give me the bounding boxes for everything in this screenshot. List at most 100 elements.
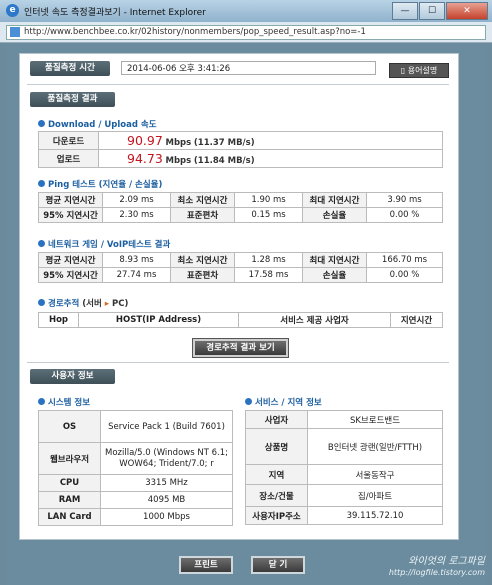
ping-min-label: 최소 지연시간 bbox=[170, 192, 235, 208]
cpu-value: 3315 MHz bbox=[100, 474, 233, 492]
system-row-lan: LAN Card 1000 Mbps bbox=[38, 508, 233, 526]
region-label: 지역 bbox=[245, 464, 308, 485]
game-section-title: 네트워크 게임 / VoIP테스트 결과 bbox=[38, 238, 170, 250]
ram-value: 4095 MB bbox=[100, 491, 233, 509]
user-info-tag: 사용자 정보 bbox=[30, 369, 115, 384]
game-max-value: 166.70 ms bbox=[366, 252, 443, 268]
service-row-place: 장소/건물 집/아파트 bbox=[245, 484, 443, 507]
url-text: http://www.benchbee.co.kr/02history/nonm… bbox=[24, 27, 366, 37]
bullet-icon bbox=[38, 120, 45, 127]
maximize-button[interactable]: ☐ bbox=[419, 2, 445, 20]
watermark-title: 와이엇의 로그파일 bbox=[408, 556, 485, 567]
ping-row-1: 평균 지연시간 2.09 ms 최소 지연시간 1.90 ms 최대 지연시간 … bbox=[38, 192, 443, 208]
bullet-icon bbox=[38, 398, 45, 405]
service-row-ip: 사용자IP주소 39.115.72.10 bbox=[245, 506, 443, 525]
internet-explorer-icon: e bbox=[6, 4, 19, 17]
service-row-region: 지역 서울동작구 bbox=[245, 464, 443, 485]
minimize-button[interactable]: — bbox=[392, 2, 418, 20]
service-table: 사업자 SK브로드밴드 상품명 B인터넷 광랜(일반/FTTH) 지역 서울동작… bbox=[245, 410, 443, 525]
upload-value: 94.73 bbox=[127, 151, 163, 166]
product-label: 상품명 bbox=[245, 428, 308, 465]
service-section-title: 서비스 / 지역 정보 bbox=[245, 396, 322, 408]
download-value-cell: 90.97 Mbps (11.37 MB/s) bbox=[98, 131, 443, 150]
region-value: 서울동작구 bbox=[307, 464, 443, 485]
game-table: 평균 지연시간 8.93 ms 최소 지연시간 1.28 ms 최대 지연시간 … bbox=[38, 252, 443, 283]
bullet-icon bbox=[38, 299, 45, 306]
browser-value: Mozilla/5.0 (Windows NT 6.1; WOW64; Trid… bbox=[100, 442, 233, 475]
address-bar: http://www.benchbee.co.kr/02history/nonm… bbox=[0, 22, 492, 43]
system-row-cpu: CPU 3315 MHz bbox=[38, 474, 233, 492]
speed-table: 다운로드 90.97 Mbps (11.37 MB/s) 업로드 94.73 M… bbox=[38, 131, 443, 168]
window-controls: — ☐ ✕ bbox=[391, 2, 488, 20]
game-min-label: 최소 지연시간 bbox=[170, 252, 235, 268]
glossary-button[interactable]: ▯ 용어설명 bbox=[389, 63, 449, 78]
print-button[interactable]: 프린트 bbox=[179, 556, 233, 574]
os-value: Service Pack 1 (Build 7601) bbox=[100, 410, 233, 443]
ping-95-value: 2.30 ms bbox=[102, 207, 171, 223]
game-95-value: 27.74 ms bbox=[102, 267, 171, 283]
download-row: 다운로드 90.97 Mbps (11.37 MB/s) bbox=[38, 131, 443, 150]
ping-table: 평균 지연시간 2.09 ms 최소 지연시간 1.90 ms 최대 지연시간 … bbox=[38, 192, 443, 223]
system-row-ram: RAM 4095 MB bbox=[38, 491, 233, 509]
ram-label: RAM bbox=[38, 491, 101, 509]
upload-label: 업로드 bbox=[38, 149, 99, 168]
upload-mbs: (11.84 MB/s) bbox=[193, 156, 255, 166]
game-avg-label: 평균 지연시간 bbox=[38, 252, 103, 268]
upload-unit: Mbps bbox=[165, 156, 192, 166]
ping-row-2: 95% 지연시간 2.30 ms 표준편차 0.15 ms 손실율 0.00 % bbox=[38, 207, 443, 223]
product-value: B인터넷 광랜(일반/FTTH) bbox=[307, 428, 443, 465]
ping-max-value: 3.90 ms bbox=[366, 192, 443, 208]
game-avg-value: 8.93 ms bbox=[102, 252, 171, 268]
ping-max-label: 최대 지연시간 bbox=[302, 192, 367, 208]
ip-value: 39.115.72.10 bbox=[307, 506, 443, 525]
os-label: OS bbox=[38, 410, 101, 443]
measure-time-field: 2014-06-06 오후 3:41:26 bbox=[121, 61, 376, 75]
title-bar: e 인터넷 속도 측정결과보기 - Internet Explorer — ☐ … bbox=[0, 0, 492, 23]
game-row-1: 평균 지연시간 8.93 ms 최소 지연시간 1.28 ms 최대 지연시간 … bbox=[38, 252, 443, 268]
route-section-title: 경로추적 (서버 ▸ PC) bbox=[38, 297, 128, 309]
upload-row: 업로드 94.73 Mbps (11.84 MB/s) bbox=[38, 149, 443, 168]
system-table: OS Service Pack 1 (Build 7601) 웹브라우저 Moz… bbox=[38, 410, 233, 526]
system-row-os: OS Service Pack 1 (Build 7601) bbox=[38, 410, 233, 443]
divider bbox=[27, 362, 449, 363]
watermark-url: http://logfile.tistory.com bbox=[388, 568, 485, 577]
route-header-provider: 서비스 제공 사업자 bbox=[238, 312, 391, 328]
bullet-icon bbox=[38, 240, 45, 247]
isp-label: 사업자 bbox=[245, 410, 308, 429]
game-95-label: 95% 지연시간 bbox=[38, 267, 103, 283]
ping-stddev-value: 0.15 ms bbox=[234, 207, 303, 223]
place-label: 장소/건물 bbox=[245, 484, 308, 507]
upload-value-cell: 94.73 Mbps (11.84 MB/s) bbox=[98, 149, 443, 168]
game-loss-value: 0.00 % bbox=[366, 267, 443, 283]
ping-min-value: 1.90 ms bbox=[234, 192, 303, 208]
place-value: 집/아파트 bbox=[307, 484, 443, 507]
page-icon bbox=[10, 27, 20, 37]
route-header-latency: 지연시간 bbox=[390, 312, 443, 328]
route-result-button[interactable]: 경로추적 결과 보기 bbox=[192, 338, 289, 358]
ping-avg-label: 평균 지연시간 bbox=[38, 192, 103, 208]
download-mbs: (11.37 MB/s) bbox=[193, 138, 255, 148]
ping-loss-label: 손실율 bbox=[302, 207, 367, 223]
download-unit: Mbps bbox=[165, 138, 192, 148]
url-field[interactable]: http://www.benchbee.co.kr/02history/nonm… bbox=[6, 25, 486, 40]
lan-value: 1000 Mbps bbox=[100, 508, 233, 526]
window-title: 인터넷 속도 측정결과보기 - Internet Explorer bbox=[24, 8, 206, 18]
watermark: 와이엇의 로그파일 http://logfile.tistory.com bbox=[389, 556, 485, 578]
game-row-2: 95% 지연시간 27.74 ms 표준편차 17.58 ms 손실율 0.00… bbox=[38, 267, 443, 283]
close-button[interactable]: 닫 기 bbox=[251, 556, 305, 574]
bullet-icon bbox=[38, 180, 45, 187]
route-header-host: HOST(IP Address) bbox=[78, 312, 239, 328]
ping-section-title: Ping 테스트 (지연율 / 손실율) bbox=[38, 178, 162, 190]
ip-label: 사용자IP주소 bbox=[245, 506, 308, 525]
close-window-button[interactable]: ✕ bbox=[446, 2, 488, 20]
results-tag: 품질측정 결과 bbox=[30, 92, 115, 107]
cpu-label: CPU bbox=[38, 474, 101, 492]
ping-95-label: 95% 지연시간 bbox=[38, 207, 103, 223]
arrow-right-icon: ▸ bbox=[104, 299, 110, 309]
game-max-label: 최대 지연시간 bbox=[302, 252, 367, 268]
isp-value: SK브로드밴드 bbox=[307, 410, 443, 429]
speed-section-title: Download / Upload 속도 bbox=[38, 118, 157, 130]
game-loss-label: 손실율 bbox=[302, 267, 367, 283]
browser-label: 웹브라우저 bbox=[38, 442, 101, 475]
game-min-value: 1.28 ms bbox=[234, 252, 303, 268]
